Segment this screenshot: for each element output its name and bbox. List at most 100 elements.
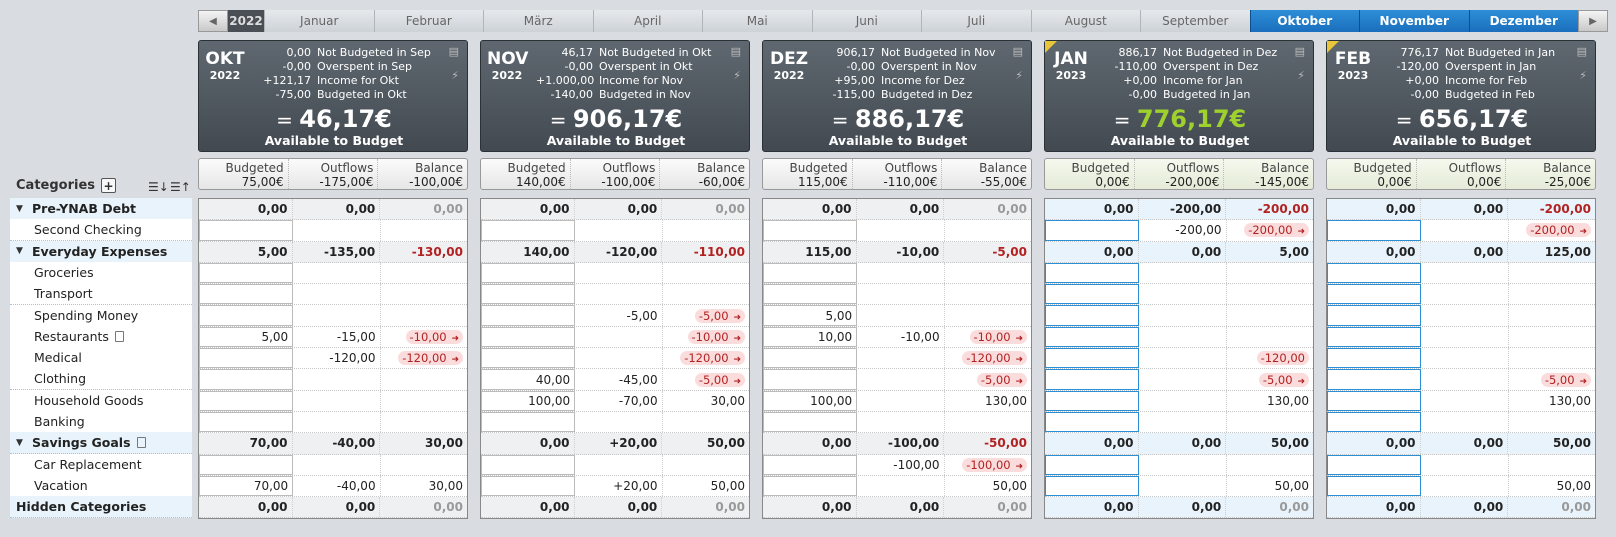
category-row[interactable]: Clothing — [10, 368, 192, 391]
budgeted-cell[interactable] — [481, 348, 576, 369]
month-tab-1[interactable]: Februar — [373, 10, 483, 32]
month-tab-11[interactable]: Dezember — [1468, 10, 1578, 32]
prev-month-button[interactable]: ◀ — [198, 10, 228, 32]
overspent-pill[interactable]: -120,00 ➜ — [398, 351, 463, 366]
budgeted-cell[interactable] — [1045, 411, 1140, 433]
overspent-pill[interactable]: -200,00 ➜ — [1244, 223, 1309, 238]
budgeted-cell[interactable] — [199, 220, 294, 241]
category-row[interactable]: ▼ Everyday Expenses — [10, 240, 192, 263]
category-row[interactable]: Vacation — [10, 474, 192, 497]
quick-budget-icon[interactable]: ⚡ — [1015, 69, 1023, 82]
category-row[interactable]: ▼ Pre-YNAB Debt — [10, 198, 192, 220]
budgeted-cell[interactable] — [1327, 262, 1422, 284]
notes-icon[interactable]: ▤ — [1013, 45, 1023, 58]
balance-cell[interactable]: -5,00 ➜ — [945, 369, 1031, 389]
month-tab-10[interactable]: November — [1359, 10, 1469, 32]
budgeted-cell[interactable] — [1045, 390, 1140, 411]
overspent-pill[interactable]: -5,00 ➜ — [1258, 372, 1309, 387]
budgeted-cell[interactable] — [763, 220, 858, 241]
budgeted-cell[interactable] — [1327, 411, 1422, 433]
budgeted-cell[interactable] — [199, 348, 294, 369]
budgeted-cell[interactable] — [199, 411, 294, 433]
budgeted-cell[interactable]: 40,00 — [481, 369, 576, 390]
budgeted-cell[interactable] — [1327, 220, 1422, 241]
category-row[interactable]: Banking — [10, 411, 192, 433]
overspent-pill[interactable]: -5,00 ➜ — [694, 308, 745, 323]
budgeted-cell[interactable] — [763, 475, 858, 497]
balance-cell[interactable]: -120,00 ➜ — [663, 348, 749, 368]
budgeted-cell[interactable] — [199, 284, 294, 305]
balance-cell[interactable]: -10,00 ➜ — [945, 327, 1031, 347]
budgeted-cell[interactable] — [199, 390, 294, 411]
notes-icon[interactable]: ▤ — [1577, 45, 1587, 58]
balance-cell[interactable]: -120,00 ➜ — [945, 348, 1031, 368]
budgeted-cell[interactable] — [763, 348, 858, 369]
collapse-triangle-icon[interactable]: ▼ — [16, 438, 26, 448]
budgeted-cell[interactable] — [481, 305, 576, 326]
category-row[interactable]: Spending Money — [10, 304, 192, 327]
month-tab-3[interactable]: April — [592, 10, 702, 32]
category-row[interactable]: Groceries — [10, 261, 192, 284]
budgeted-cell[interactable]: 70,00 — [199, 475, 294, 497]
budgeted-cell[interactable] — [1045, 262, 1140, 284]
budgeted-cell[interactable] — [199, 369, 294, 390]
budgeted-cell[interactable] — [199, 305, 294, 326]
notes-icon[interactable]: ▤ — [731, 45, 741, 58]
budgeted-cell[interactable] — [481, 262, 576, 284]
budgeted-cell[interactable] — [1327, 326, 1422, 348]
budgeted-cell[interactable] — [481, 326, 576, 348]
budgeted-cell[interactable] — [481, 284, 576, 305]
category-row[interactable]: ▼ Savings Goals — [10, 432, 192, 455]
collapse-triangle-icon[interactable]: ▼ — [16, 246, 26, 256]
overspent-pill[interactable]: -5,00 ➜ — [694, 372, 745, 387]
category-row[interactable]: Hidden Categories — [10, 496, 192, 519]
budgeted-cell[interactable] — [763, 454, 858, 475]
quick-budget-icon[interactable]: ⚡ — [1579, 69, 1587, 82]
month-tab-5[interactable]: Juni — [811, 10, 921, 32]
budgeted-cell[interactable]: 5,00 — [199, 326, 294, 348]
budgeted-cell[interactable] — [1045, 326, 1140, 348]
balance-cell[interactable]: -10,00 ➜ — [663, 327, 749, 347]
balance-cell[interactable]: -200,00 ➜ — [1509, 220, 1595, 240]
overspent-pill[interactable]: -10,00 ➜ — [687, 329, 745, 344]
quick-budget-icon[interactable]: ⚡ — [733, 69, 741, 82]
notes-icon[interactable]: ▤ — [449, 45, 459, 58]
budgeted-cell[interactable] — [481, 475, 576, 497]
budgeted-cell[interactable] — [1045, 348, 1140, 369]
budgeted-cell[interactable] — [481, 454, 576, 475]
budgeted-cell[interactable] — [763, 411, 858, 433]
month-tab-0[interactable]: Januar — [264, 10, 374, 32]
balance-cell[interactable]: -5,00 ➜ — [663, 305, 749, 325]
budgeted-cell[interactable]: 100,00 — [763, 390, 858, 411]
budgeted-cell[interactable] — [199, 454, 294, 475]
overspent-pill[interactable]: -200,00 ➜ — [1526, 223, 1591, 238]
budgeted-cell[interactable] — [1045, 369, 1140, 390]
budgeted-cell[interactable] — [481, 411, 576, 433]
budgeted-cell[interactable] — [1045, 220, 1140, 241]
collapse-triangle-icon[interactable]: ▼ — [16, 204, 26, 214]
category-row[interactable]: Car Replacement — [10, 453, 192, 476]
budgeted-cell[interactable] — [1327, 475, 1422, 497]
overspent-pill[interactable]: -10,00 ➜ — [969, 329, 1027, 344]
add-category-button[interactable]: + — [101, 178, 117, 193]
overspent-pill[interactable]: -120,00 ➜ — [680, 351, 745, 366]
overspent-pill[interactable]: -10,00 ➜ — [405, 329, 463, 344]
budgeted-cell[interactable] — [1045, 454, 1140, 475]
overspent-pill[interactable]: -120,00 ➜ — [962, 351, 1027, 366]
month-tab-6[interactable]: Juli — [921, 10, 1031, 32]
month-tab-2[interactable]: März — [483, 10, 593, 32]
budgeted-cell[interactable] — [1327, 348, 1422, 369]
expand-all-icon[interactable]: ☰↑ — [170, 180, 191, 194]
budgeted-cell[interactable] — [1327, 454, 1422, 475]
budgeted-cell[interactable]: 10,00 — [763, 326, 858, 348]
balance-cell[interactable]: -5,00 ➜ — [663, 369, 749, 389]
category-row[interactable]: Transport — [10, 283, 192, 306]
month-tab-9[interactable]: Oktober — [1249, 10, 1359, 32]
budgeted-cell[interactable] — [1327, 305, 1422, 326]
balance-cell[interactable]: -5,00 ➜ — [1509, 369, 1595, 389]
category-row[interactable]: Household Goods — [10, 389, 192, 412]
budgeted-cell[interactable] — [763, 369, 858, 390]
balance-cell[interactable]: -10,00 ➜ — [381, 327, 467, 347]
budgeted-cell[interactable] — [1327, 369, 1422, 390]
budgeted-cell[interactable] — [1045, 475, 1140, 497]
